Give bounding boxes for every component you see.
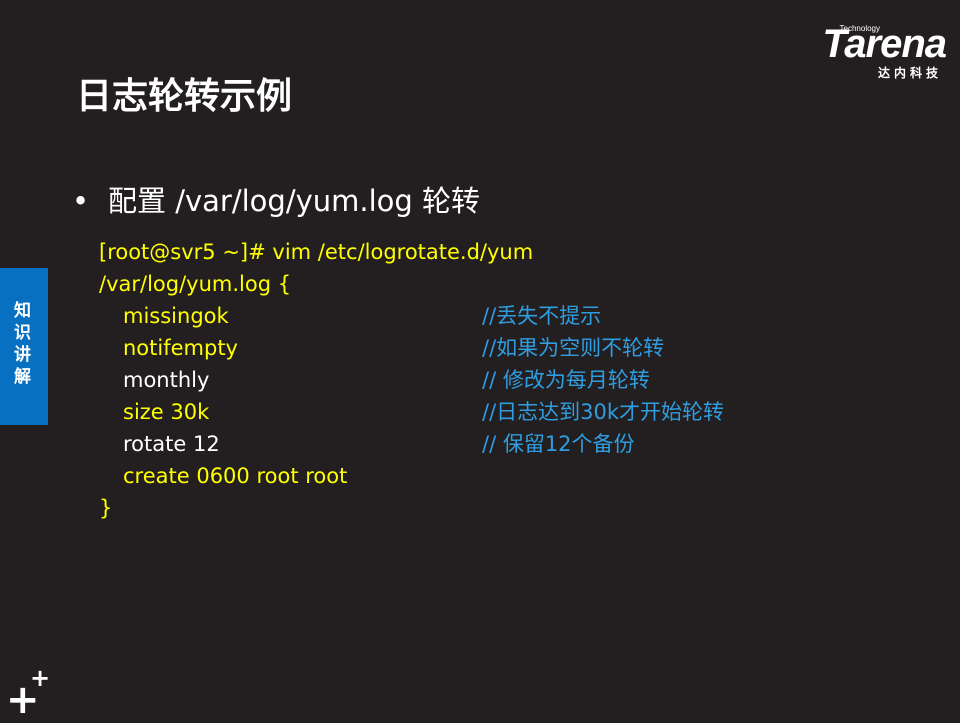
bullet-text: 配置 /var/log/yum.log 轮转 (108, 184, 481, 218)
bullet-dot: • (72, 184, 90, 218)
logo-chinese: 达内科技 (877, 66, 942, 80)
comment-line: //丢失不提示 (482, 304, 602, 328)
comments-column: //丢失不提示 //如果为空则不轮转 // 修改为每月轮转 //日志达到30k才… (482, 300, 724, 460)
code-open-line: /var/log/yum.log { (99, 272, 292, 296)
code-option-line: monthly (123, 368, 210, 392)
knowledge-tab: 知识讲解 (0, 268, 48, 425)
code-option-line: missingok (123, 304, 229, 328)
comment-line: // 保留12个备份 (482, 432, 635, 456)
code-option-line: notifempty (123, 336, 238, 360)
slide-title: 日志轮转示例 (76, 76, 293, 117)
code-option-line: rotate 12 (123, 432, 220, 456)
code-option-line: create 0600 root root (123, 464, 348, 488)
comment-line: //如果为空则不轮转 (482, 336, 665, 360)
config-code-block: [root@svr5 ~]# vim /etc/logrotate.d/yum … (99, 236, 533, 524)
comment-line: //日志达到30k才开始轮转 (482, 400, 725, 424)
comment-line: // 修改为每月轮转 (482, 368, 650, 392)
plus-small-icon: + (30, 664, 51, 692)
bullet-item: • 配置 /var/log/yum.log 轮转 (72, 180, 480, 222)
code-close-line: } (99, 496, 113, 520)
knowledge-tab-label: 知识讲解 (14, 301, 31, 387)
logo-wordmark: Tarena (822, 22, 947, 66)
code-option-line: size 30k (123, 400, 210, 424)
code-command-line: [root@svr5 ~]# vim /etc/logrotate.d/yum (99, 240, 534, 264)
